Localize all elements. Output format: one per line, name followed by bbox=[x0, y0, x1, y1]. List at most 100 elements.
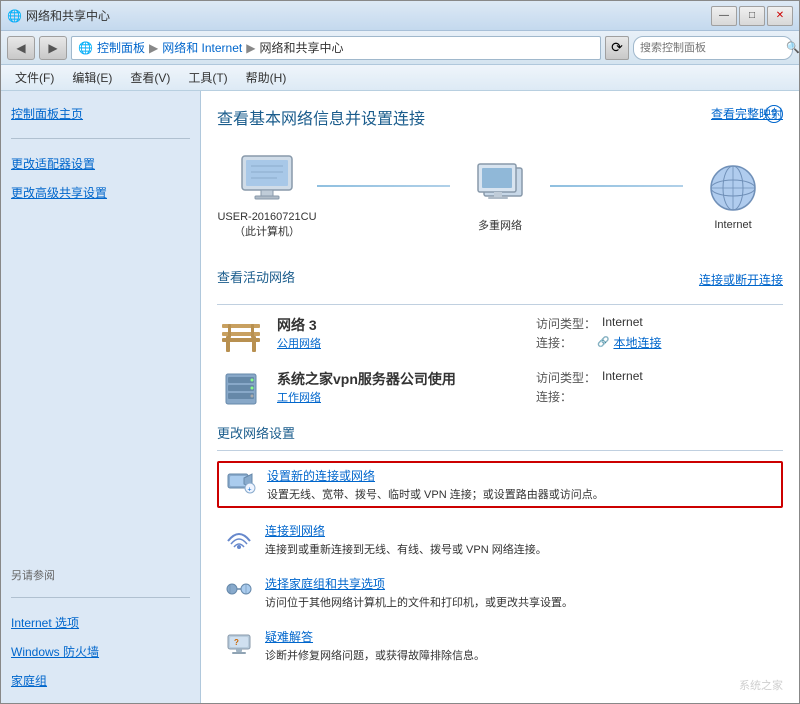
network-type-1[interactable]: 公用网络 bbox=[277, 335, 524, 351]
settings-section: 更改网络设置 + 设置新的连接或网络 bbox=[217, 423, 783, 667]
setting-desc-2: 连接到或重新连接到无线、有线、拨号或 VPN 网络连接。 bbox=[265, 541, 547, 557]
sidebar-link-homegroup[interactable]: 家庭组 bbox=[11, 670, 190, 691]
setting-content-4: 疑难解答 诊断并修复网络问题，或获得故障排除信息。 bbox=[265, 628, 485, 663]
view-complete-map-link[interactable]: 查看完整映射 bbox=[711, 107, 783, 121]
maximize-button[interactable]: □ bbox=[739, 6, 765, 26]
svg-text:?: ? bbox=[234, 638, 239, 647]
setting-item-1: + 设置新的连接或网络 设置无线、宽带、拨号、临时或 VPN 连接；或设置路由器… bbox=[217, 461, 783, 508]
address-bar: ◀ ▶ 🌐 控制面板 ▶ 网络和 Internet ▶ 网络和共享中心 ⟳ 🔍 bbox=[1, 31, 799, 65]
breadcrumb: 🌐 控制面板 ▶ 网络和 Internet ▶ 网络和共享中心 bbox=[71, 36, 601, 60]
access-label-2: 访问类型： bbox=[536, 369, 596, 386]
connection-value-container-1: 🔗 本地连接 bbox=[597, 334, 661, 351]
setting-content-1: 设置新的连接或网络 设置无线、宽带、拨号、临时或 VPN 连接；或设置路由器或访… bbox=[267, 467, 604, 502]
network-type-2[interactable]: 工作网络 bbox=[277, 389, 524, 405]
net-node-multi-label: 多重网络 bbox=[478, 217, 522, 233]
network-icon-1 bbox=[217, 315, 265, 355]
computer-icon bbox=[235, 153, 299, 207]
search-input[interactable] bbox=[640, 42, 782, 54]
window-icon: 🌐 bbox=[7, 9, 22, 23]
breadcrumb-part2[interactable]: 网络和 Internet bbox=[162, 39, 242, 56]
settings-line bbox=[217, 450, 783, 451]
sidebar-link-home[interactable]: 控制面板主页 bbox=[11, 103, 190, 124]
setting-item-2: 连接到网络 连接到或重新连接到无线、有线、拨号或 VPN 网络连接。 bbox=[217, 518, 783, 561]
setting-desc-4: 诊断并修复网络问题，或获得故障排除信息。 bbox=[265, 647, 485, 663]
connection-row-1: 连接： 🔗 本地连接 bbox=[536, 334, 783, 351]
connection-row-2: 连接： bbox=[536, 388, 783, 405]
setting-link-4[interactable]: 疑难解答 bbox=[265, 630, 313, 644]
connection-value-1[interactable]: 本地连接 bbox=[613, 334, 661, 351]
watermark: 系统之家 bbox=[739, 677, 783, 693]
active-networks-header: 查看活动网络 连接或断开连接 bbox=[217, 263, 783, 296]
main-area: 控制面板主页 更改适配器设置 更改高级共享设置 另请参阅 Internet 选项… bbox=[1, 91, 799, 703]
network-name-1: 网络 3 bbox=[277, 315, 524, 335]
connection-icon-1: 🔗 bbox=[597, 337, 609, 348]
access-type-row-2: 访问类型： Internet bbox=[536, 369, 783, 386]
network-details-1: 访问类型： Internet 连接： 🔗 本地连接 bbox=[536, 315, 783, 353]
access-value-2: Internet bbox=[602, 369, 643, 386]
internet-icon bbox=[701, 161, 765, 215]
close-button[interactable]: ✕ bbox=[767, 6, 793, 26]
sidebar: 控制面板主页 更改适配器设置 更改高级共享设置 另请参阅 Internet 选项… bbox=[1, 91, 201, 703]
net-node-multi: 多重网络 bbox=[450, 159, 550, 233]
network-entry-1: 网络 3 公用网络 访问类型： Internet 连接： 🔗 本地连接 bbox=[217, 315, 783, 355]
network-details-2: 访问类型： Internet 连接： bbox=[536, 369, 783, 407]
net-node-computer: USER-20160721CU （此计算机） bbox=[217, 153, 317, 239]
title-bar-left: 🌐 网络和共享中心 bbox=[7, 7, 110, 24]
refresh-button[interactable]: ⟳ bbox=[605, 36, 629, 60]
forward-icon: ▶ bbox=[48, 41, 57, 55]
sidebar-link-firewall[interactable]: Windows 防火墙 bbox=[11, 641, 190, 662]
active-networks-title: 查看活动网络 bbox=[217, 267, 295, 286]
setting-content-2: 连接到网络 连接到或重新连接到无线、有线、拨号或 VPN 网络连接。 bbox=[265, 522, 547, 557]
network-info-1: 网络 3 公用网络 bbox=[277, 315, 524, 351]
setting-link-1[interactable]: 设置新的连接或网络 bbox=[267, 469, 375, 483]
back-button[interactable]: ◀ bbox=[7, 36, 35, 60]
network-diagram: USER-20160721CU （此计算机） bbox=[217, 145, 783, 247]
menu-help[interactable]: 帮助(H) bbox=[238, 67, 295, 88]
sidebar-link-internet-options[interactable]: Internet 选项 bbox=[11, 612, 190, 633]
menu-view[interactable]: 查看(V) bbox=[122, 67, 178, 88]
setting-content-3: 选择家庭组和共享选项 访问位于其他网络计算机上的文件和打印机，或更改共享设置。 bbox=[265, 575, 573, 610]
setting-desc-3: 访问位于其他网络计算机上的文件和打印机，或更改共享设置。 bbox=[265, 594, 573, 610]
sidebar-link-adapter[interactable]: 更改适配器设置 bbox=[11, 153, 190, 174]
settings-title: 更改网络设置 bbox=[217, 423, 783, 442]
net-node-internet: Internet bbox=[683, 161, 783, 231]
connection-label-1: 连接： bbox=[536, 334, 591, 351]
setting-item-3: 选择家庭组和共享选项 访问位于其他网络计算机上的文件和打印机，或更改共享设置。 bbox=[217, 571, 783, 614]
sidebar-link-advanced[interactable]: 更改高级共享设置 bbox=[11, 182, 190, 203]
back-icon: ◀ bbox=[16, 41, 25, 55]
network-entry-2: 系统之家vpn服务器公司使用 工作网络 访问类型： Internet 连接： bbox=[217, 369, 783, 409]
minimize-button[interactable]: — bbox=[711, 6, 737, 26]
breadcrumb-icon: 🌐 bbox=[78, 41, 93, 55]
network-icon-2 bbox=[217, 369, 265, 409]
menu-edit[interactable]: 编辑(E) bbox=[64, 67, 120, 88]
setting-icon-3 bbox=[223, 575, 255, 603]
main-window: 🌐 网络和共享中心 — □ ✕ ◀ ▶ 🌐 控制面板 ▶ 网络和 Interne… bbox=[0, 0, 800, 704]
setting-desc-1: 设置无线、宽带、拨号、临时或 VPN 连接；或设置路由器或访问点。 bbox=[267, 486, 604, 502]
net-node-computer-label: USER-20160721CU （此计算机） bbox=[217, 211, 316, 239]
menu-file[interactable]: 文件(F) bbox=[7, 67, 62, 88]
sidebar-sep-1 bbox=[11, 138, 190, 139]
title-bar: 🌐 网络和共享中心 — □ ✕ bbox=[1, 1, 799, 31]
title-bar-controls: — □ ✕ bbox=[711, 6, 793, 26]
access-type-row-1: 访问类型： Internet bbox=[536, 315, 783, 332]
breadcrumb-part1[interactable]: 控制面板 bbox=[97, 39, 145, 56]
network-name-2: 系统之家vpn服务器公司使用 bbox=[277, 369, 524, 389]
setting-link-2[interactable]: 连接到网络 bbox=[265, 524, 325, 538]
menu-bar: 文件(F) 编辑(E) 查看(V) 工具(T) 帮助(H) bbox=[1, 65, 799, 91]
setting-icon-2 bbox=[223, 522, 255, 550]
net-connector-2 bbox=[550, 185, 683, 187]
forward-button[interactable]: ▶ bbox=[39, 36, 67, 60]
sidebar-sep-2 bbox=[11, 597, 190, 598]
breadcrumb-part3: 网络和共享中心 bbox=[259, 39, 343, 56]
menu-tools[interactable]: 工具(T) bbox=[180, 67, 235, 88]
breadcrumb-sep1: ▶ bbox=[149, 41, 158, 55]
setting-icon-1: + bbox=[225, 467, 257, 495]
search-icon: 🔍 bbox=[786, 41, 800, 54]
net-connector-1 bbox=[317, 185, 450, 187]
page-title: 查看基本网络信息并设置连接 bbox=[217, 105, 783, 129]
sidebar-also-see-title: 另请参阅 bbox=[11, 567, 190, 583]
connect-disconnect-link[interactable]: 连接或断开连接 bbox=[699, 271, 783, 288]
setting-link-3[interactable]: 选择家庭组和共享选项 bbox=[265, 577, 385, 591]
content-panel: ? 查看基本网络信息并设置连接 bbox=[201, 91, 799, 703]
net-node-internet-label: Internet bbox=[714, 219, 751, 231]
